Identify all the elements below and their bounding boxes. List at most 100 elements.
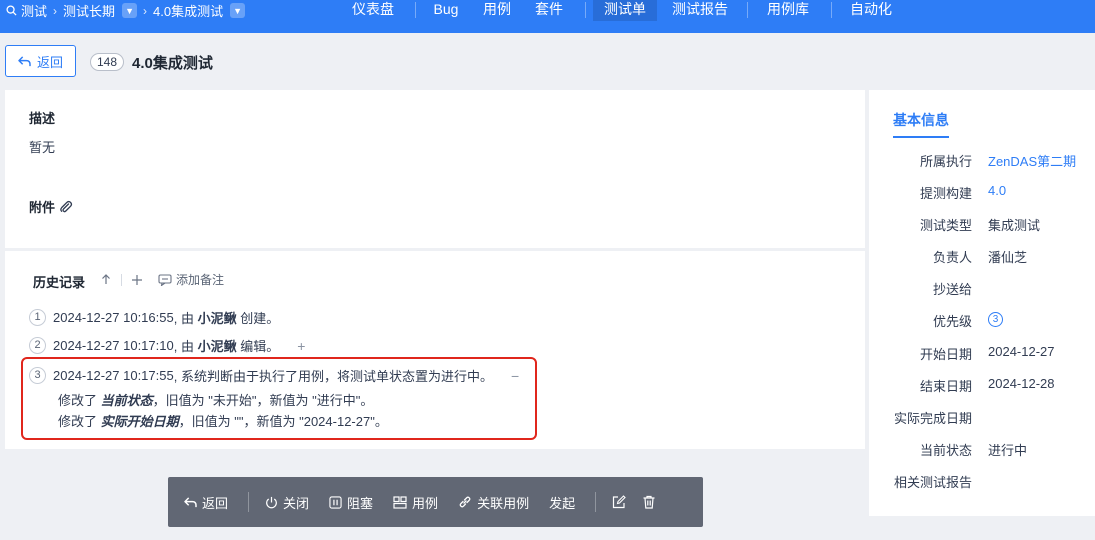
pause-icon — [329, 495, 342, 509]
close-button[interactable]: 关闭 — [265, 493, 309, 512]
info-label: 结束日期 — [919, 379, 972, 394]
history-entry-user: 小泥鳅 — [197, 311, 237, 326]
history-entry-number: 1 — [29, 309, 46, 326]
link-icon — [458, 495, 472, 509]
cases-icon — [393, 495, 407, 509]
comment-icon — [158, 273, 172, 286]
attachments-heading: 附件 — [29, 197, 73, 216]
info-value-priority: 3 — [988, 310, 1003, 327]
info-label: 负责人 — [932, 250, 972, 265]
info-value-end: 2024-12-28 — [988, 376, 1055, 391]
block-button[interactable]: 阻塞 — [329, 493, 373, 512]
priority-badge: 3 — [988, 312, 1003, 327]
power-icon — [265, 496, 278, 509]
nav-bug[interactable]: Bug — [424, 0, 468, 21]
back-arrow-icon — [184, 496, 197, 508]
sort-up-icon[interactable] — [101, 274, 111, 285]
back-arrow-icon — [18, 55, 31, 67]
chevron-right-icon: › — [143, 3, 148, 18]
toolbar-back-button[interactable]: 返回 — [184, 493, 228, 512]
description-title: 描述 — [29, 111, 56, 126]
toolbar-divider — [248, 492, 250, 512]
id-badge: 148 — [90, 53, 125, 71]
back-button-label: 返回 — [36, 54, 63, 70]
search-icon[interactable] — [6, 5, 17, 16]
nav-divider — [585, 2, 586, 18]
chevron-right-icon: › — [53, 3, 58, 18]
info-value-status: 进行中 — [988, 443, 1028, 458]
close-label: 关闭 — [283, 495, 310, 511]
add-note-button[interactable]: 添加备注 — [158, 271, 224, 288]
history-entry-number: 2 — [29, 337, 46, 354]
history-entry: 1 2024-12-27 10:16:55 , 由 小泥鳅 创建。 — [29, 308, 279, 327]
history-entry-by: , 由 — [173, 311, 198, 326]
info-label: 测试类型 — [919, 218, 972, 233]
breadcrumb-item-test[interactable]: 测试 — [21, 1, 47, 20]
chevron-down-icon[interactable]: ▼ — [122, 3, 138, 18]
info-label: 优先级 — [932, 314, 972, 329]
breadcrumb: 测试 › 测试长期 ▼ › 4.0集成测试 ▼ — [6, 0, 246, 21]
info-label: 开始日期 — [919, 347, 972, 362]
delete-button[interactable] — [642, 495, 656, 509]
link-cases-label: 关联用例 — [477, 495, 530, 511]
edit-button[interactable] — [612, 495, 626, 509]
nav-case[interactable]: 用例 — [474, 0, 520, 21]
info-value-owner: 潘仙芝 — [988, 250, 1028, 265]
info-label: 实际完成日期 — [893, 411, 972, 426]
history-entry-action: 编辑。 — [236, 339, 280, 354]
page-title: 4.0集成测试 — [132, 55, 213, 72]
info-value-execution[interactable]: ZenDAS第二期 — [988, 151, 1076, 170]
launch-label: 发起 — [549, 495, 576, 511]
history-panel: 历史记录 添加备注 1 2024-12-27 10:16:55 , 由 小泥鳅 … — [5, 251, 865, 449]
highlight-box — [21, 357, 537, 440]
info-label: 所属执行 — [919, 154, 972, 169]
nav-suite[interactable]: 套件 — [526, 0, 572, 21]
block-label: 阻塞 — [347, 495, 374, 511]
info-value-begin: 2024-12-27 — [988, 344, 1055, 359]
description-panel: 描述 暂无 附件 — [5, 90, 865, 248]
info-label: 相关测试报告 — [893, 475, 972, 490]
history-entry-time: 2024-12-27 10:16:55 — [53, 310, 174, 325]
top-nav: 测试 › 测试长期 ▼ › 4.0集成测试 ▼ 仪表盘 Bug 用例 套件 测试… — [0, 0, 1095, 33]
paperclip-icon — [59, 200, 73, 214]
toolbar-divider — [595, 492, 597, 512]
info-value-build[interactable]: 4.0 — [988, 183, 1006, 198]
info-value-type: 集成测试 — [988, 218, 1041, 233]
basic-info-tab[interactable]: 基本信息 — [893, 110, 949, 138]
info-label: 当前状态 — [919, 443, 972, 458]
history-tools: 添加备注 — [101, 271, 224, 288]
chevron-down-icon[interactable]: ▼ — [230, 3, 246, 18]
back-button[interactable]: 返回 — [5, 45, 76, 77]
nav-testtask[interactable]: 测试单 — [593, 0, 657, 21]
nav-divider — [831, 2, 832, 18]
attachments-label: 附件 — [29, 200, 56, 215]
history-entry-by: , 由 — [173, 339, 198, 354]
breadcrumb-item-product[interactable]: 测试长期 — [63, 1, 115, 20]
nav-caselib[interactable]: 用例库 — [757, 0, 819, 21]
breadcrumb-item-testtask[interactable]: 4.0集成测试 — [153, 1, 223, 20]
expand-all-icon[interactable] — [132, 274, 142, 285]
history-title: 历史记录 — [33, 275, 86, 290]
history-entry-user: 小泥鳅 — [197, 339, 237, 354]
cases-label: 用例 — [412, 495, 439, 511]
link-cases-button[interactable]: 关联用例 — [458, 493, 529, 512]
expand-entry-icon[interactable]: + — [297, 338, 305, 354]
cases-button[interactable]: 用例 — [393, 493, 438, 512]
edit-icon — [612, 495, 626, 509]
launch-button[interactable]: 发起 — [549, 493, 575, 512]
add-note-label: 添加备注 — [176, 273, 225, 287]
toolbar-back-label: 返回 — [202, 495, 229, 511]
action-toolbar: 返回 关闭 阻塞 用例 关联用例 发起 — [168, 477, 703, 527]
info-label: 提测构建 — [919, 186, 972, 201]
nav-automation[interactable]: 自动化 — [840, 0, 902, 21]
description-content: 暂无 — [29, 140, 56, 155]
trash-icon — [642, 495, 656, 509]
tools-divider — [121, 273, 122, 286]
history-entry-time: 2024-12-27 10:17:10 — [53, 338, 174, 353]
nav-divider — [747, 2, 748, 18]
history-entry-action: 创建。 — [236, 311, 280, 326]
basic-info-panel: 基本信息 所属执行 ZenDAS第二期 提测构建 4.0 测试类型 集成测试 负… — [869, 90, 1095, 516]
nav-dashboard[interactable]: 仪表盘 — [340, 0, 406, 21]
nav-testreport[interactable]: 测试报告 — [660, 0, 740, 21]
info-label: 抄送给 — [932, 282, 972, 297]
